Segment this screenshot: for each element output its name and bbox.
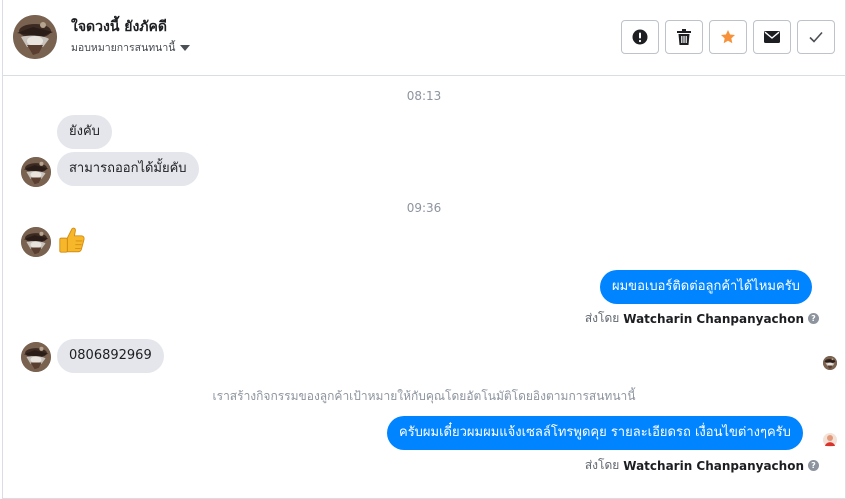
assign-conversation-dropdown[interactable]: มอบหมายการสนทนานี้ xyxy=(71,39,191,56)
seen-avatar xyxy=(823,356,837,370)
seen-avatar xyxy=(823,433,837,447)
sent-by-label: ส่งโดย Watcharin Chanpanyachon ? xyxy=(585,456,819,475)
outgoing-message[interactable]: ครับผมเดี๋ยวผมผมแจ้งเซลล์โทรพูดคุย รายละ… xyxy=(387,416,803,450)
envelope-icon xyxy=(764,31,780,43)
sent-by-label: ส่งโดย Watcharin Chanpanyachon ? xyxy=(585,309,819,328)
conversation-panel: ใจดวงนี้ ยังภัคดี มอบหมายการสนทนานี้ 08:… xyxy=(2,0,846,499)
conversation-header: ใจดวงนี้ ยังภัคดี มอบหมายการสนทนานี้ xyxy=(3,0,845,76)
mark-spam-button[interactable] xyxy=(621,20,659,54)
delete-button[interactable] xyxy=(665,20,703,54)
system-note: เราสร้างกิจกรรมของลูกค้าเป้าหมายให้กับคุ… xyxy=(212,389,636,403)
incoming-message[interactable]: สามารถออกได้มั้ยคับ xyxy=(57,152,199,186)
trash-icon xyxy=(677,29,691,45)
outgoing-message[interactable]: ผมขอเบอร์ติดต่อลูกค้าได้ไหมครับ xyxy=(600,270,812,304)
incoming-message[interactable]: 0806892969 xyxy=(57,339,164,373)
star-icon xyxy=(721,30,735,44)
sender-name: Watcharin Chanpanyachon xyxy=(623,311,804,326)
help-icon[interactable]: ? xyxy=(808,313,819,324)
mark-done-button[interactable] xyxy=(797,20,835,54)
alert-circle-icon xyxy=(632,29,648,45)
sender-name: Watcharin Chanpanyachon xyxy=(623,458,804,473)
timestamp: 08:13 xyxy=(406,89,442,103)
caret-down-icon xyxy=(180,44,191,51)
sent-by-prefix: ส่งโดย xyxy=(584,458,620,472)
header-actions xyxy=(621,20,835,54)
incoming-message[interactable]: ยังคับ xyxy=(57,115,112,149)
contact-name[interactable]: ใจดวงนี้ ยังภัคดี xyxy=(71,16,167,38)
contact-avatar-small[interactable] xyxy=(21,227,51,257)
contact-avatar-small[interactable] xyxy=(21,342,51,372)
check-icon xyxy=(809,31,823,43)
assign-label: มอบหมายการสนทนานี้ xyxy=(71,42,176,54)
sent-by-prefix: ส่งโดย xyxy=(584,311,620,325)
star-button[interactable] xyxy=(709,20,747,54)
contact-avatar[interactable] xyxy=(13,15,57,59)
help-icon[interactable]: ? xyxy=(808,460,819,471)
contact-avatar-small[interactable] xyxy=(21,157,51,187)
thumbs-up-icon[interactable] xyxy=(57,225,87,255)
timestamp: 09:36 xyxy=(406,201,442,215)
mark-unread-button[interactable] xyxy=(753,20,791,54)
